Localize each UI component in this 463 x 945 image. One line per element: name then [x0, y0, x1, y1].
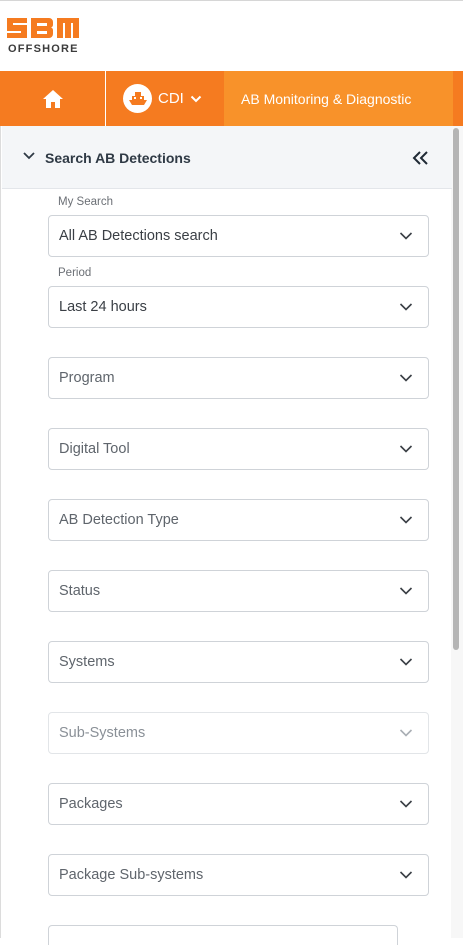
chevron-down-icon [399, 303, 413, 311]
collapse-panel-icon[interactable] [412, 150, 430, 166]
period-value: Last 24 hours [59, 299, 147, 315]
top-border [0, 0, 463, 1]
ab-detection-type-select[interactable]: AB Detection Type [48, 499, 429, 541]
chevron-down-icon [399, 658, 413, 666]
chevron-down-icon [190, 95, 202, 102]
packages-placeholder: Packages [59, 796, 123, 812]
nav-home-button[interactable] [0, 71, 106, 126]
program-select[interactable]: Program [48, 357, 429, 399]
top-navbar: CDI AB Monitoring & Diagnostic [0, 71, 463, 126]
search-panel: Search AB Detections My Search All AB De… [0, 126, 463, 945]
sbm-logo-mark [7, 18, 79, 38]
program-placeholder: Program [59, 370, 115, 386]
chevron-down-icon[interactable] [22, 151, 36, 161]
nav-overflow [453, 71, 463, 126]
my-search-select[interactable]: All AB Detections search [48, 215, 429, 257]
logo-subtitle: OFFSHORE [8, 43, 79, 55]
search-panel-title: Search AB Detections [45, 150, 191, 166]
chevron-down-icon [399, 232, 413, 240]
ab-detection-type-placeholder: AB Detection Type [59, 512, 179, 528]
search-panel-header[interactable]: Search AB Detections [2, 126, 452, 189]
chevron-down-icon [399, 587, 413, 595]
package-sub-systems-placeholder: Package Sub-systems [59, 867, 204, 883]
chevron-down-icon [399, 445, 413, 453]
systems-placeholder: Systems [59, 654, 115, 670]
status-placeholder: Status [59, 583, 101, 599]
period-label: Period [58, 267, 92, 279]
systems-select[interactable]: Systems [48, 641, 429, 683]
digital-tool-select[interactable]: Digital Tool [48, 428, 429, 470]
my-search-label: My Search [58, 196, 113, 208]
chevron-down-icon [399, 374, 413, 382]
home-icon [42, 89, 63, 108]
nav-ab-monitoring-tab[interactable]: AB Monitoring & Diagnostic [224, 71, 453, 126]
chevron-down-icon [399, 516, 413, 524]
sub-systems-placeholder: Sub-Systems [59, 725, 146, 741]
chevron-down-icon [399, 871, 413, 879]
sub-systems-select: Sub-Systems [48, 712, 429, 754]
chevron-down-icon [399, 800, 413, 808]
sbm-offshore-logo[interactable]: OFFSHORE [7, 16, 97, 58]
nav-cdi-label: CDI [158, 90, 184, 107]
nav-cdi-dropdown[interactable]: CDI [106, 71, 224, 126]
period-select[interactable]: Last 24 hours [48, 286, 429, 328]
my-search-value: All AB Detections search [59, 228, 218, 244]
next-field-partial[interactable] [48, 925, 398, 945]
digital-tool-placeholder: Digital Tool [59, 441, 130, 457]
chevron-down-icon [399, 729, 413, 737]
ship-icon [123, 84, 152, 113]
package-sub-systems-select[interactable]: Package Sub-systems [48, 854, 429, 896]
scrollbar-thumb[interactable] [453, 128, 459, 650]
packages-select[interactable]: Packages [48, 783, 429, 825]
status-select[interactable]: Status [48, 570, 429, 612]
